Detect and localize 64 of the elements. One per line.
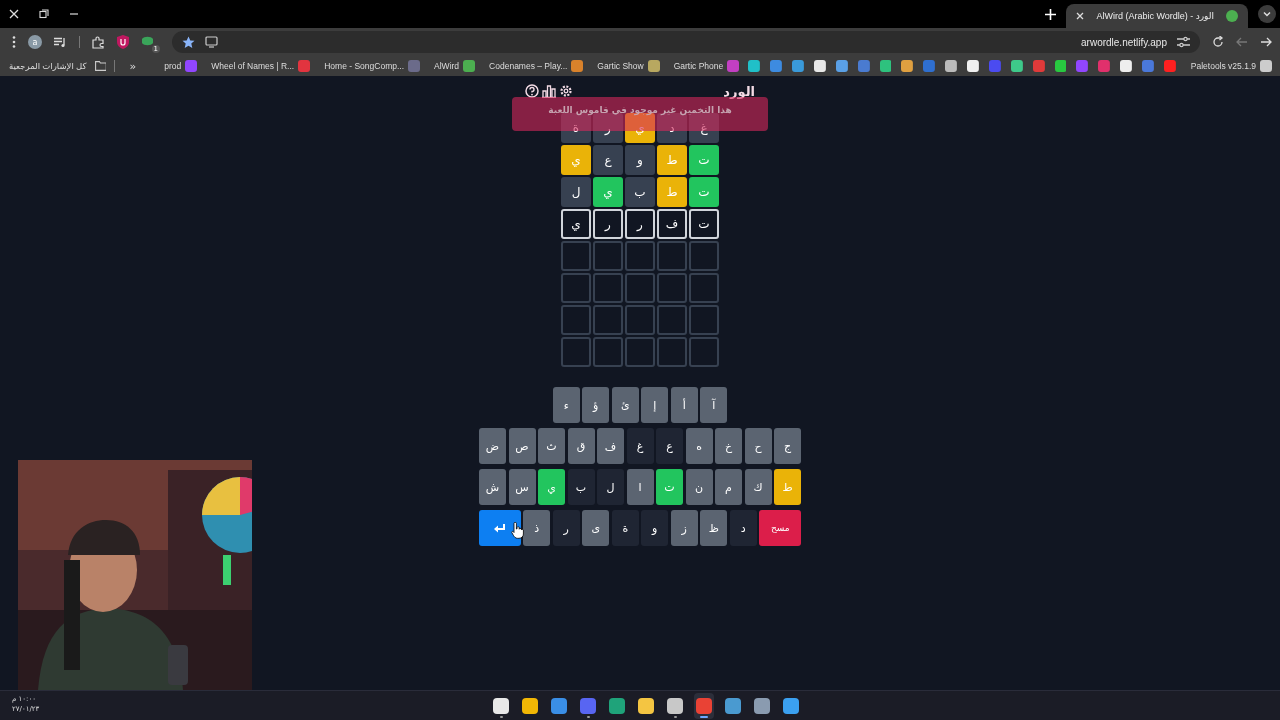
letter-key[interactable]: غ: [626, 428, 654, 464]
letter-tile: ر: [625, 209, 655, 239]
bookmark-link[interactable]: Wheel of Names | R...: [211, 61, 295, 71]
letter-key[interactable]: س: [508, 469, 536, 505]
letter-key[interactable]: ك: [744, 469, 772, 505]
bookmark-link[interactable]: Home - SongComp...: [324, 61, 405, 71]
bookmark-link[interactable]: Gartic Phone: [673, 61, 724, 71]
address-bar[interactable]: arwordle.netlify.app: [172, 31, 1200, 53]
bookmark-link[interactable]: Gartic Show: [597, 61, 644, 71]
letter-key[interactable]: ل: [597, 469, 624, 505]
letter-key[interactable]: ا: [626, 469, 654, 505]
bookmark-link[interactable]: Codenames – Play...: [489, 61, 568, 71]
letter-key[interactable]: آ: [700, 387, 728, 423]
letter-key[interactable]: ؤ: [582, 387, 610, 423]
letter-key[interactable]: ئ: [611, 387, 639, 423]
delete-key[interactable]: مسح: [759, 510, 802, 546]
letter-tile: ي: [593, 177, 623, 207]
letter-tile: ف: [657, 209, 687, 239]
all-bookmarks-link[interactable]: كل الإشارات المرجعية: [8, 61, 87, 71]
letter-tile: ي: [561, 209, 591, 239]
letter-key[interactable]: م: [715, 469, 742, 505]
bookmark-link[interactable]: Paletools v25.1.9: [1190, 61, 1256, 71]
letter-key[interactable]: ر: [552, 510, 580, 546]
letter-key[interactable]: ص: [508, 428, 536, 464]
overflow-chevron[interactable]: «: [129, 59, 137, 73]
letter-key[interactable]: ن: [685, 469, 713, 505]
url-text: arwordle.netlify.app: [1081, 36, 1167, 48]
letter-tile: ت: [689, 177, 719, 207]
letter-key[interactable]: ب: [567, 469, 595, 505]
letter-key[interactable]: ه: [685, 428, 713, 464]
letter-tile: ت: [689, 209, 719, 239]
letter-key[interactable]: ق: [567, 428, 595, 464]
letter-key[interactable]: د: [729, 510, 757, 546]
letter-key[interactable]: إ: [641, 387, 669, 423]
browser-tab[interactable]: AlWird (Arabic Wordle) - الورد: [1066, 4, 1248, 28]
letter-key[interactable]: ع: [656, 428, 683, 464]
game-title: الورد: [723, 83, 755, 99]
letter-tile: ط: [657, 177, 687, 207]
letter-tile: ط: [657, 145, 687, 175]
letter-tile: ب: [625, 177, 655, 207]
letter-key[interactable]: ظ: [700, 510, 728, 546]
letter-key[interactable]: أ: [670, 387, 698, 423]
tab-title: AlWird (Arabic Wordle) - الورد: [1096, 11, 1214, 21]
letter-tile: ي: [561, 145, 591, 175]
letter-key[interactable]: ف: [597, 428, 624, 464]
bookmark-link[interactable]: AlWird: [434, 61, 460, 71]
letter-tile: ت: [689, 145, 719, 175]
letter-key[interactable]: و: [641, 510, 669, 546]
letter-key[interactable]: ث: [538, 428, 565, 464]
letter-key[interactable]: ض: [479, 428, 506, 464]
letter-key[interactable]: ز: [670, 510, 698, 546]
letter-key[interactable]: ح: [744, 428, 772, 464]
letter-tile: ع: [593, 145, 623, 175]
letter-key[interactable]: ى: [582, 510, 610, 546]
letter-key[interactable]: ش: [479, 469, 506, 505]
letter-key[interactable]: ج: [774, 428, 801, 464]
letter-key[interactable]: ء: [552, 387, 580, 423]
letter-key[interactable]: ة: [611, 510, 639, 546]
letter-tile: و: [625, 145, 655, 175]
letter-tile: ر: [593, 209, 623, 239]
letter-key[interactable]: خ: [715, 428, 742, 464]
letter-key[interactable]: ذ: [523, 510, 551, 546]
bookmark-link[interactable]: prod: [164, 61, 182, 71]
letter-tile: ل: [561, 177, 591, 207]
